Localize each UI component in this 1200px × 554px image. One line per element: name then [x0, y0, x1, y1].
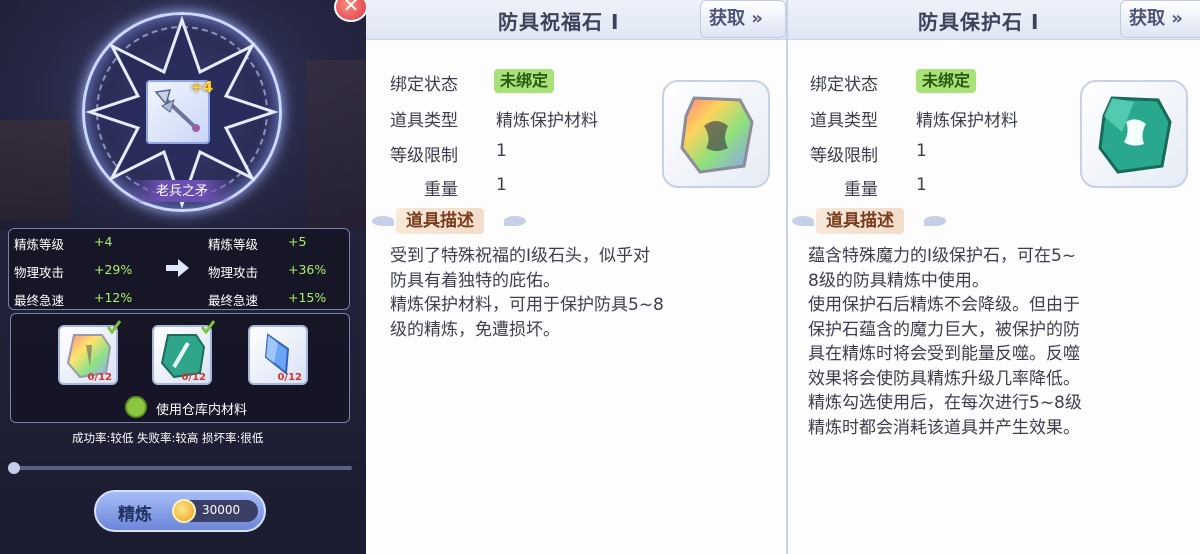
bind-status-badge: 未绑定 — [916, 69, 977, 93]
wing-ornament — [372, 216, 394, 226]
weapon-level-badge: +4 — [190, 78, 214, 96]
use-warehouse-toggle[interactable] — [125, 396, 147, 418]
coin-icon — [172, 499, 196, 523]
arrow-right-icon — [166, 259, 189, 277]
get-button-label: 获取 — [1129, 8, 1165, 29]
cost-value: 30000 — [202, 503, 241, 517]
field-label: 绑定状态 — [810, 75, 878, 95]
material-slot-blessing-stone[interactable]: 0/12 — [58, 320, 122, 385]
refine-rates: 成功率:较低 失败率:较高 损坏率:很低 — [72, 431, 264, 445]
background-building — [0, 120, 70, 220]
wing-ornament — [792, 216, 814, 226]
item-icon-frame — [1080, 80, 1188, 188]
next-stat-label: 最终急速 — [208, 293, 259, 308]
double-chevron-icon: » — [1165, 8, 1183, 29]
description-line: 8级的防具精炼中使用。 — [808, 270, 989, 291]
description-line: 精炼保护材料，可用于保护防具5~8 — [390, 295, 664, 315]
material-qty: 0/12 — [87, 372, 112, 383]
field-value: 1 — [496, 141, 507, 161]
slider-track[interactable] — [8, 466, 352, 470]
current-stat-value: +4 — [94, 234, 113, 249]
field-value: 精炼保护材料 — [916, 111, 1018, 131]
weapon-name-banner: 老兵之矛 — [128, 180, 236, 202]
description-text: 蕴含特殊魔力的Ⅰ级保护石，可在5~ 8级的防具精炼中使用。 使用保护石后精炼不会… — [808, 244, 1082, 440]
item-tooltip-protection-stone: 防具保护石 Ⅰ 获取 » 绑定状态 未绑定 道具类型 精炼保护材料 等级限制 1… — [788, 0, 1200, 554]
weapon-name: 老兵之矛 — [155, 184, 208, 199]
field-value: 1 — [916, 141, 927, 161]
description-line: 使用保护石后精炼不会降级。但由于 — [808, 295, 1080, 315]
material-slot-protection-stone[interactable]: 0/12 — [152, 320, 216, 385]
field-label: 等级限制 — [390, 146, 458, 166]
item-tooltip-blessing-stone: 防具祝福石 Ⅰ 获取 » 绑定状态 未绑定 道具类型 精炼保护材料 等级限制 1… — [366, 0, 786, 554]
description-line: 防具有着独特的庇佑。 — [390, 270, 560, 291]
description-line: 具在精炼时将会受到能量反噬。反噬 — [808, 344, 1080, 364]
wing-ornament — [504, 216, 526, 226]
next-stat-label: 物理攻击 — [208, 265, 259, 280]
checkmark-icon — [106, 320, 122, 335]
description-line: 保护石蕴含的魔力巨大，被保护的防 — [808, 319, 1080, 340]
description-line: 级的精炼，免遭损坏。 — [390, 319, 560, 340]
material-qty: 0/12 — [277, 372, 302, 383]
description-line: 效果将会使防具精炼升级几率降低。 — [808, 368, 1080, 389]
close-icon: ✕ — [342, 0, 360, 17]
item-title: 防具祝福石 Ⅰ — [498, 10, 620, 34]
item-title: 防具保护石 Ⅰ — [918, 10, 1040, 34]
current-stat-label: 物理攻击 — [14, 265, 65, 280]
field-label: 重量 — [424, 180, 458, 200]
next-stat-value: +15% — [288, 290, 327, 305]
description-line: 受到了特殊祝福的Ⅰ级石头，似乎对 — [390, 246, 651, 266]
description-text: 受到了特殊祝福的Ⅰ级石头，似乎对 防具有着独特的庇佑。 精炼保护材料，可用于保护… — [390, 244, 664, 342]
bind-status-badge: 未绑定 — [494, 69, 555, 93]
current-stat-label: 精炼等级 — [14, 237, 65, 252]
next-stat-value: +5 — [288, 234, 307, 249]
material-qty: 0/12 — [181, 372, 206, 383]
use-warehouse-label: 使用仓库内材料 — [156, 403, 248, 418]
field-label: 道具类型 — [810, 111, 878, 131]
next-stat-label: 精炼等级 — [208, 237, 259, 252]
slider-knob[interactable] — [8, 462, 20, 474]
current-stat-value: +29% — [94, 262, 133, 277]
field-label: 绑定状态 — [390, 75, 458, 95]
refine-button-label: 精炼 — [118, 505, 152, 525]
field-label: 等级限制 — [810, 146, 878, 166]
field-value: 1 — [496, 175, 507, 195]
protection-stone-icon — [1098, 96, 1172, 174]
next-stat-value: +36% — [288, 262, 327, 277]
current-stat-label: 最终急速 — [14, 293, 65, 308]
wing-ornament — [924, 216, 946, 226]
current-stat-value: +12% — [94, 290, 133, 305]
field-label: 道具类型 — [390, 111, 458, 131]
description-heading: 道具描述 — [816, 208, 904, 234]
get-button[interactable]: 获取 » — [700, 0, 786, 38]
item-icon-frame — [662, 80, 770, 188]
description-heading: 道具描述 — [396, 208, 484, 234]
checkmark-icon — [200, 320, 216, 335]
description-line: 精炼勾选使用后，在每次进行5~8级 — [808, 393, 1082, 413]
background-building — [306, 60, 366, 230]
description-line: 精炼时都会消耗该道具并产生效果。 — [808, 417, 1080, 438]
blessing-stone-icon — [680, 96, 754, 174]
description-line: 蕴含特殊魔力的Ⅰ级保护石，可在5~ — [808, 246, 1077, 266]
material-slot-crystal[interactable]: 0/12 — [248, 325, 308, 385]
field-label: 重量 — [844, 180, 878, 200]
get-button-label: 获取 — [709, 8, 745, 29]
field-value: 1 — [916, 175, 927, 195]
get-button[interactable]: 获取 » — [1120, 0, 1200, 38]
double-chevron-icon: » — [745, 8, 763, 29]
field-value: 精炼保护材料 — [496, 111, 598, 131]
